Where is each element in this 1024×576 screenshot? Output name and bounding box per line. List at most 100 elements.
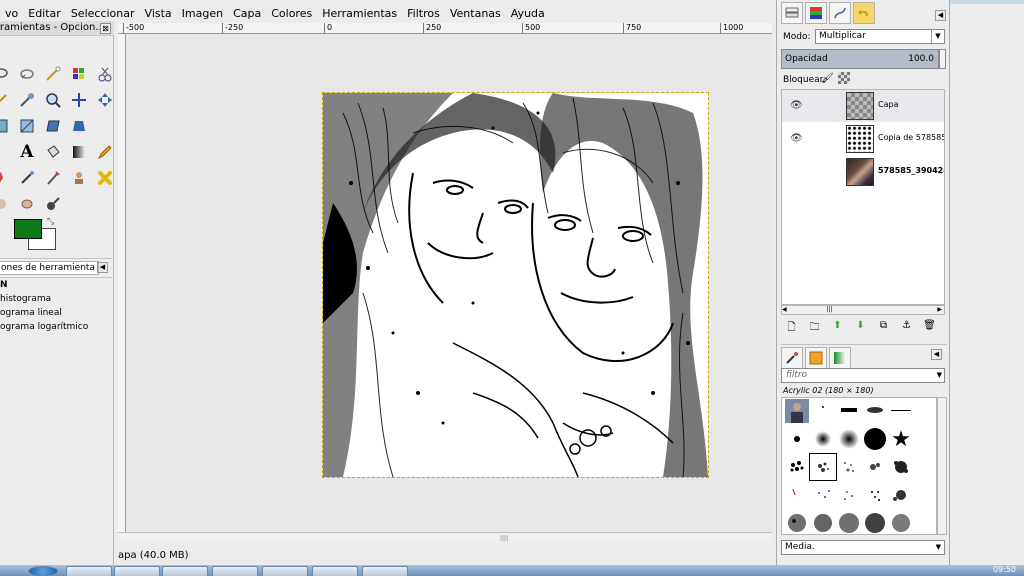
mode-select[interactable]: Multiplicar ▼ [815, 29, 945, 44]
brush-thumbnail[interactable] [810, 426, 836, 452]
scroll-grip-icon[interactable]: |||| [500, 535, 508, 542]
taskbar-app[interactable] [162, 566, 208, 576]
align-icon[interactable] [40, 87, 66, 113]
undo-history-tab-icon[interactable] [853, 2, 875, 24]
brush-thumbnail[interactable] [836, 510, 862, 534]
opacity-spinner[interactable] [939, 49, 946, 69]
taskbar-app[interactable] [114, 566, 160, 576]
visibility-eye-icon[interactable]: 👁 [790, 100, 803, 111]
visibility-eye-icon[interactable]: 👁 [790, 133, 803, 144]
layer-row[interactable]: 👁 Copia de 578585_39 [782, 123, 944, 155]
perspective-icon[interactable] [40, 113, 66, 139]
brush-thumbnail[interactable] [862, 426, 888, 452]
rotate-icon[interactable] [92, 87, 118, 113]
start-button[interactable] [28, 566, 58, 576]
raise-layer-icon[interactable]: ⬆ [829, 320, 846, 334]
tab-tool-options[interactable]: ones de herramienta [0, 261, 99, 275]
taskbar-app[interactable] [212, 566, 258, 576]
fuzzy-select-icon[interactable] [14, 61, 40, 87]
measure-icon[interactable] [0, 87, 14, 113]
brush-thumbnail[interactable] [836, 398, 862, 424]
eraser-icon[interactable] [0, 191, 14, 217]
brush-thumbnail[interactable] [888, 510, 914, 534]
delete-layer-icon[interactable]: 🗑 [921, 320, 938, 334]
lower-layer-icon[interactable]: ⬇ [852, 320, 869, 334]
brush-thumbnail[interactable] [810, 398, 836, 424]
brush-thumbnail-selected[interactable] [809, 453, 837, 481]
layers-horizontal-scrollbar[interactable]: ◀ ||| ▶ [781, 305, 945, 315]
new-layer-icon[interactable]: 🗋 [783, 320, 800, 334]
brush-thumbnail[interactable] [784, 482, 810, 508]
brush-thumbnail[interactable] [784, 454, 810, 480]
clock[interactable]: 09:50 [993, 565, 1016, 574]
brush-thumbnail[interactable] [862, 398, 888, 424]
taskbar-app[interactable] [312, 566, 358, 576]
gradients-tab-icon[interactable] [829, 347, 851, 369]
brush-thumbnail[interactable] [862, 454, 888, 480]
layer-row[interactable]: 👁 Capa [782, 90, 944, 122]
paths-tab-icon[interactable] [829, 2, 851, 24]
channels-tab-icon[interactable] [805, 2, 827, 24]
brushes-scrollbar[interactable] [937, 397, 947, 535]
dock2-menu-arrow-icon[interactable]: ◀ [931, 349, 942, 360]
menu-filters[interactable]: Filtros [402, 7, 445, 20]
blend-icon[interactable] [66, 139, 92, 165]
scissors-icon[interactable] [66, 61, 92, 87]
dodge-icon[interactable] [14, 191, 40, 217]
menu-help[interactable]: Ayuda [506, 7, 550, 20]
brush-thumbnail[interactable] [810, 482, 836, 508]
brush-thumbnail[interactable] [888, 398, 914, 424]
close-icon[interactable]: ⊠ [100, 23, 111, 34]
ink-icon[interactable] [14, 165, 40, 191]
option-linear-histogram[interactable]: ograma lineal [0, 306, 114, 320]
zoom-icon[interactable] [92, 61, 118, 87]
star-brush-icon[interactable]: ★ [888, 426, 914, 452]
brush-thumbnail[interactable] [810, 510, 836, 534]
option-log-histogram[interactable]: ograma logarítmico [0, 320, 114, 334]
brush-thumbnail[interactable] [862, 482, 888, 508]
lasso-icon[interactable] [0, 61, 14, 87]
layer-row[interactable]: 578585_3904242 [782, 156, 944, 188]
taskbar-app[interactable] [262, 566, 308, 576]
brush-thumbnail[interactable] [836, 426, 862, 452]
brush-thumbnail[interactable] [888, 454, 914, 480]
crop-icon[interactable] [66, 87, 92, 113]
menu-colors[interactable]: Colores [266, 7, 317, 20]
new-group-icon[interactable]: 🗀 [806, 320, 823, 334]
taskbar-app[interactable] [362, 566, 408, 576]
scale-icon[interactable] [0, 113, 14, 139]
flip-icon[interactable] [66, 113, 92, 139]
menu-file[interactable]: vo [0, 7, 23, 20]
menu-windows[interactable]: Ventanas [445, 7, 506, 20]
foreground-color-swatch[interactable] [14, 219, 42, 239]
lock-alpha-icon[interactable] [837, 72, 850, 84]
menu-edit[interactable]: Editar [23, 7, 66, 20]
opacity-slider[interactable]: Opacidad 100.0 [781, 49, 939, 69]
brush-view-select[interactable]: Media. ▼ [781, 540, 945, 555]
dock-menu-arrow-icon[interactable]: ◀ [935, 10, 946, 21]
brushes-tab-icon[interactable] [781, 347, 803, 369]
burn-icon[interactable] [40, 191, 66, 217]
option-histogram[interactable]: histograma [0, 292, 114, 306]
sketch-image[interactable] [322, 92, 709, 478]
menu-tools[interactable]: Herramientas [317, 7, 402, 20]
brush-thumbnail[interactable] [784, 398, 810, 424]
smudge-icon[interactable] [92, 165, 118, 191]
brush-thumbnail[interactable] [784, 510, 810, 534]
color-select-icon[interactable] [40, 61, 66, 87]
menu-layer[interactable]: Capa [228, 7, 266, 20]
path-icon[interactable] [0, 139, 14, 165]
canvas-horizontal-scrollbar[interactable]: |||| [118, 532, 772, 542]
bucket-fill-icon[interactable] [40, 139, 66, 165]
lock-pixels-icon[interactable]: 🖌 [821, 73, 834, 84]
brush-thumbnail[interactable] [888, 482, 914, 508]
text-icon[interactable]: A [14, 139, 40, 165]
menu-select[interactable]: Seleccionar [66, 7, 140, 20]
shear-icon[interactable] [14, 113, 40, 139]
brush-thumbnail[interactable] [862, 510, 888, 534]
layers-tab-icon[interactable] [781, 2, 803, 24]
brush-thumbnail[interactable] [836, 482, 862, 508]
swap-colors-icon[interactable]: ⤡ [47, 217, 54, 227]
brush-thumbnail[interactable] [784, 426, 810, 452]
anchor-layer-icon[interactable]: ⚓ [898, 320, 915, 334]
